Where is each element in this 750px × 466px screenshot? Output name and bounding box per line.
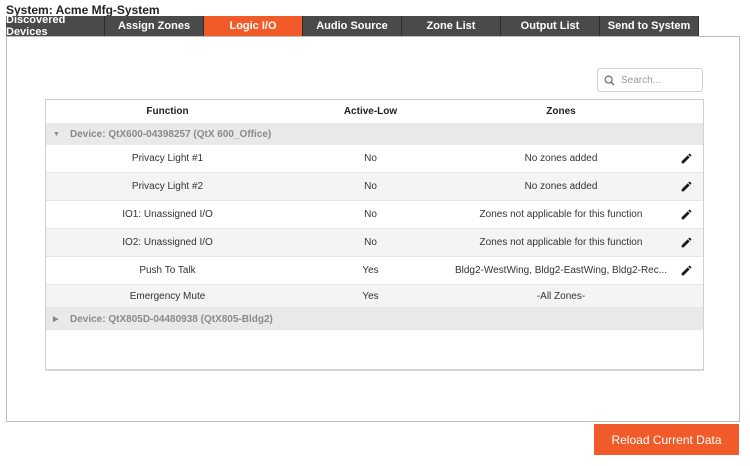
device-group-row[interactable]: ▶ Device: QtX805D-04480938 (QtX805-Bldg2… [46, 308, 703, 330]
tab-zone-list[interactable]: Zone List [402, 16, 501, 36]
table-row: Emergency Mute Yes -All Zones- [46, 285, 703, 308]
table-header: Function Active-Low Zones [46, 100, 703, 124]
edit-button[interactable] [670, 145, 703, 172]
function-cell: Privacy Light #1 [131, 153, 204, 164]
device-group-label: Device: QtX805D-04480938 (QtX805-Bldg2) [70, 313, 273, 325]
device-group-row[interactable]: ▼ Device: QtX600-04398257 (QtX 600_Offic… [46, 123, 703, 145]
pencil-icon [681, 209, 692, 220]
function-cell: IO2: Unassigned I/O [122, 237, 213, 248]
edit-button[interactable] [670, 173, 703, 200]
reload-current-data-button[interactable]: Reload Current Data [594, 424, 739, 455]
search-icon [604, 75, 615, 86]
caret-down-icon[interactable]: ▼ [53, 123, 60, 145]
zones-cell: No zones added [524, 153, 598, 164]
table-row: IO1: Unassigned I/O No Zones not applica… [46, 201, 703, 229]
active-low-cell: No [364, 237, 377, 248]
logic-io-panel: Function Active-Low Zones ▼ Device: QtX6… [6, 36, 740, 422]
function-cell: Privacy Light #2 [131, 181, 204, 192]
column-header-function[interactable]: Function [46, 100, 289, 123]
pencil-icon [681, 153, 692, 164]
tab-assign-zones[interactable]: Assign Zones [105, 16, 204, 36]
active-low-cell: No [364, 181, 377, 192]
column-header-active-low[interactable]: Active-Low [289, 100, 452, 123]
zones-cell: Zones not applicable for this function [479, 209, 643, 220]
zones-cell: Bldg2-WestWing, Bldg2-EastWing, Bldg2-Re… [454, 265, 668, 276]
function-cell: Emergency Mute [129, 290, 206, 302]
pencil-icon [681, 265, 692, 276]
zones-cell: Zones not applicable for this function [479, 237, 643, 248]
tab-output-list[interactable]: Output List [501, 16, 600, 36]
active-low-cell: No [364, 209, 377, 220]
active-low-cell: No [364, 153, 377, 164]
caret-right-icon[interactable]: ▶ [53, 308, 58, 330]
edit-button[interactable] [670, 201, 703, 228]
pencil-icon [681, 237, 692, 248]
tab-discovered-devices[interactable]: Discovered Devices [6, 14, 105, 38]
tab-send-to-system[interactable]: Send to System [600, 16, 699, 36]
edit-button[interactable] [670, 257, 703, 284]
pencil-icon [681, 181, 692, 192]
search-box[interactable] [597, 68, 703, 92]
table-row: Push To Talk Yes Bldg2-WestWing, Bldg2-E… [46, 257, 703, 285]
function-cell: IO1: Unassigned I/O [122, 209, 213, 220]
function-cell: Push To Talk [139, 265, 196, 276]
device-group-label: Device: QtX600-04398257 (QtX 600_Office) [70, 128, 272, 140]
table-row: IO2: Unassigned I/O No Zones not applica… [46, 229, 703, 257]
active-low-cell: Yes [362, 265, 379, 276]
search-input[interactable] [621, 74, 691, 86]
zones-cell: -All Zones- [536, 290, 586, 302]
logic-io-table: Function Active-Low Zones ▼ Device: QtX6… [45, 99, 704, 371]
active-low-cell: Yes [362, 290, 379, 302]
edit-button[interactable] [670, 229, 703, 256]
zones-cell: No zones added [524, 181, 598, 192]
table-row: Privacy Light #2 No No zones added [46, 173, 703, 201]
tab-audio-source[interactable]: Audio Source [303, 16, 402, 36]
tab-bar: Discovered Devices Assign Zones Logic I/… [6, 14, 699, 38]
column-header-zones[interactable]: Zones [452, 100, 670, 123]
tab-logic-io[interactable]: Logic I/O [204, 16, 303, 36]
table-row: Privacy Light #1 No No zones added [46, 145, 703, 173]
